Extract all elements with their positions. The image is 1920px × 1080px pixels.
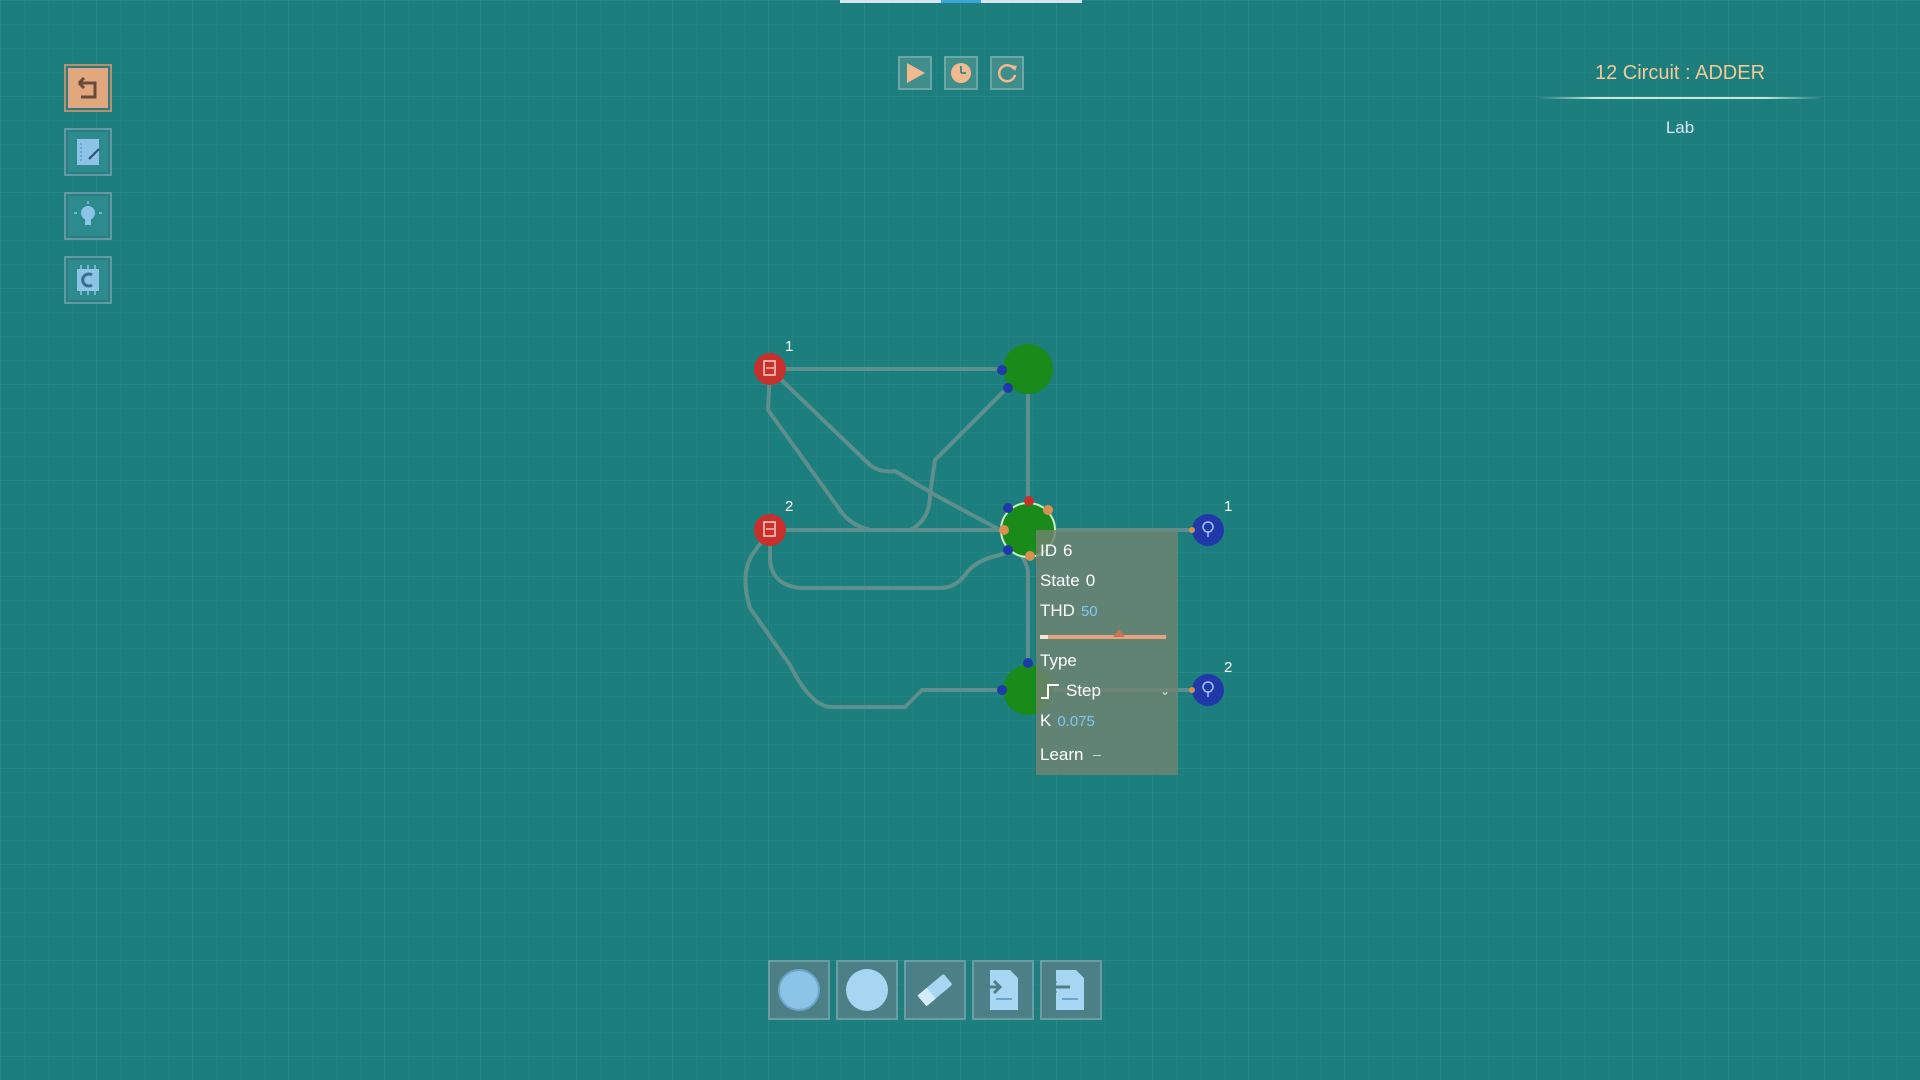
id-label: ID [1040,541,1057,560]
id-row: ID 6 [1040,536,1174,566]
state-row: State 0 [1040,566,1174,596]
document-output-icon [1047,970,1084,1010]
output-label-1: 1 [1224,498,1233,515]
input-node-2[interactable] [754,514,786,546]
thd-slider[interactable] [1040,626,1174,646]
input-node-1[interactable] [754,353,786,385]
type-row: Type [1040,646,1174,676]
type-value: Step [1066,681,1101,700]
output-doc-tool-button[interactable] [1040,960,1102,1020]
chevron-down-icon: ⌄ [1159,684,1170,698]
wire [768,367,1030,532]
id-value: 6 [1063,541,1073,560]
learn-toggle[interactable] [1093,754,1102,756]
eraser-tool-button[interactable] [904,960,966,1020]
output-node-1[interactable] [1189,514,1224,546]
input-label-2: 2 [785,498,794,515]
type-label: Type [1040,651,1077,670]
neuron-circle-icon [778,969,820,1011]
thd-label: THD [1040,601,1075,620]
thd-row: THD 50 [1040,596,1174,626]
neuron-inspector-panel: ID 6 State 0 THD 50 Type Step ⌄ K 0.075 … [1036,530,1178,775]
bottom-toolbar [768,960,1102,1020]
output-node-2[interactable] [1189,674,1224,706]
thd-value: 50 [1080,602,1098,620]
output-label-2: 2 [1224,659,1233,676]
type-dropdown[interactable]: Step ⌄ [1040,676,1174,706]
k-value: 0.075 [1057,712,1095,730]
learn-label: Learn [1040,745,1084,764]
wire [743,528,1030,709]
neuron-node-top[interactable] [997,344,1053,394]
node-tool-button[interactable] [836,960,898,1020]
step-function-icon [1041,684,1059,699]
circle-icon [846,969,888,1011]
wire [766,367,1002,532]
input-doc-tool-button[interactable] [972,960,1034,1020]
state-label: State [1040,571,1080,590]
k-label: K [1040,711,1052,730]
k-row: K 0.075 [1040,706,1174,736]
wire [768,528,1030,590]
state-value: 0 [1085,571,1096,590]
thd-slider-fill [1040,635,1048,639]
thd-slider-handle[interactable] [1113,629,1126,637]
learn-row[interactable]: Learn [1040,740,1174,770]
input-label-1: 1 [785,338,794,355]
eraser-icon [917,974,952,1007]
circuit-canvas[interactable] [0,0,1920,1080]
neuron-tool-button[interactable] [768,960,830,1020]
thd-slider-track [1040,635,1166,639]
document-input-icon [982,970,1018,1010]
